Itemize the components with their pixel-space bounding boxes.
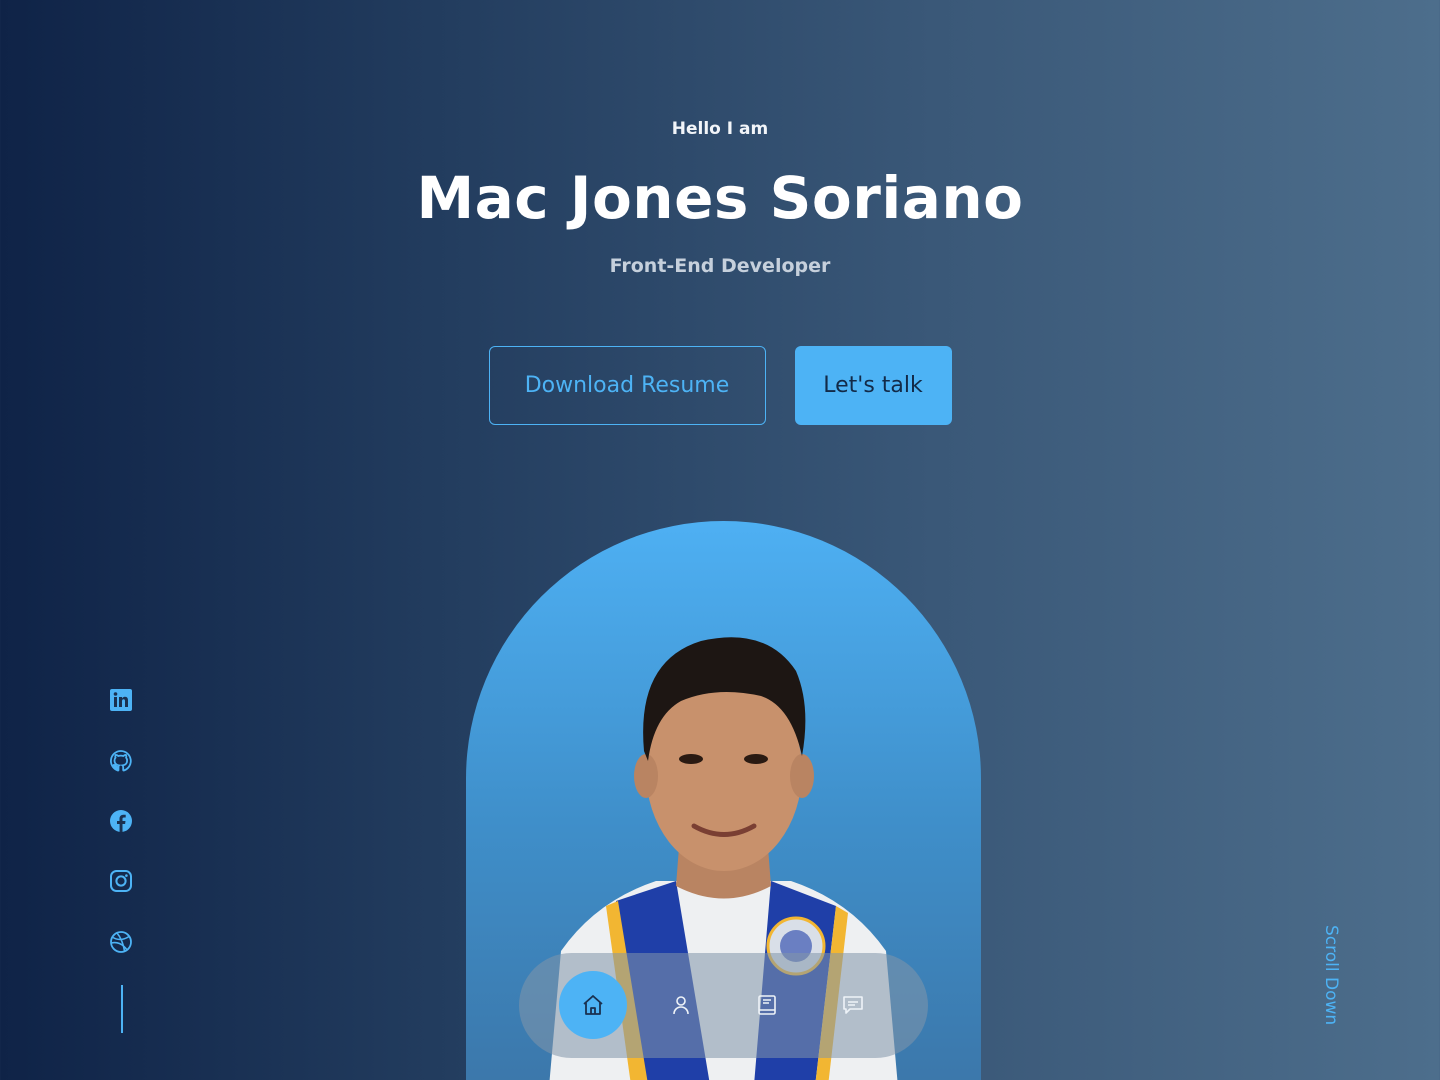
hero-role: Front-End Developer [609,255,831,277]
lets-talk-button[interactable]: Let's talk [794,346,952,425]
nav-home[interactable] [559,971,627,1039]
download-resume-button[interactable]: Download Resume [488,346,766,425]
nav-contact[interactable] [819,971,887,1039]
greeting: Hello I am [671,119,769,139]
scroll-down-link[interactable]: Scroll Down [1321,925,1341,1025]
message-icon [843,996,863,1014]
nav-experience[interactable] [733,971,801,1039]
facebook-icon[interactable] [109,809,133,833]
cta-group: Download Resume Let's talk [0,346,1440,425]
social-divider-line [121,985,123,1033]
github-icon[interactable] [109,749,133,773]
nav-about[interactable] [647,971,715,1039]
instagram-icon[interactable] [109,869,133,893]
linkedin-icon[interactable] [109,688,133,712]
bottom-nav [519,953,928,1058]
hero-name: Mac Jones Soriano [416,164,1024,232]
user-icon [673,996,689,1015]
home-icon [583,995,603,1015]
dribbble-icon[interactable] [109,930,133,954]
book-icon [758,995,776,1015]
